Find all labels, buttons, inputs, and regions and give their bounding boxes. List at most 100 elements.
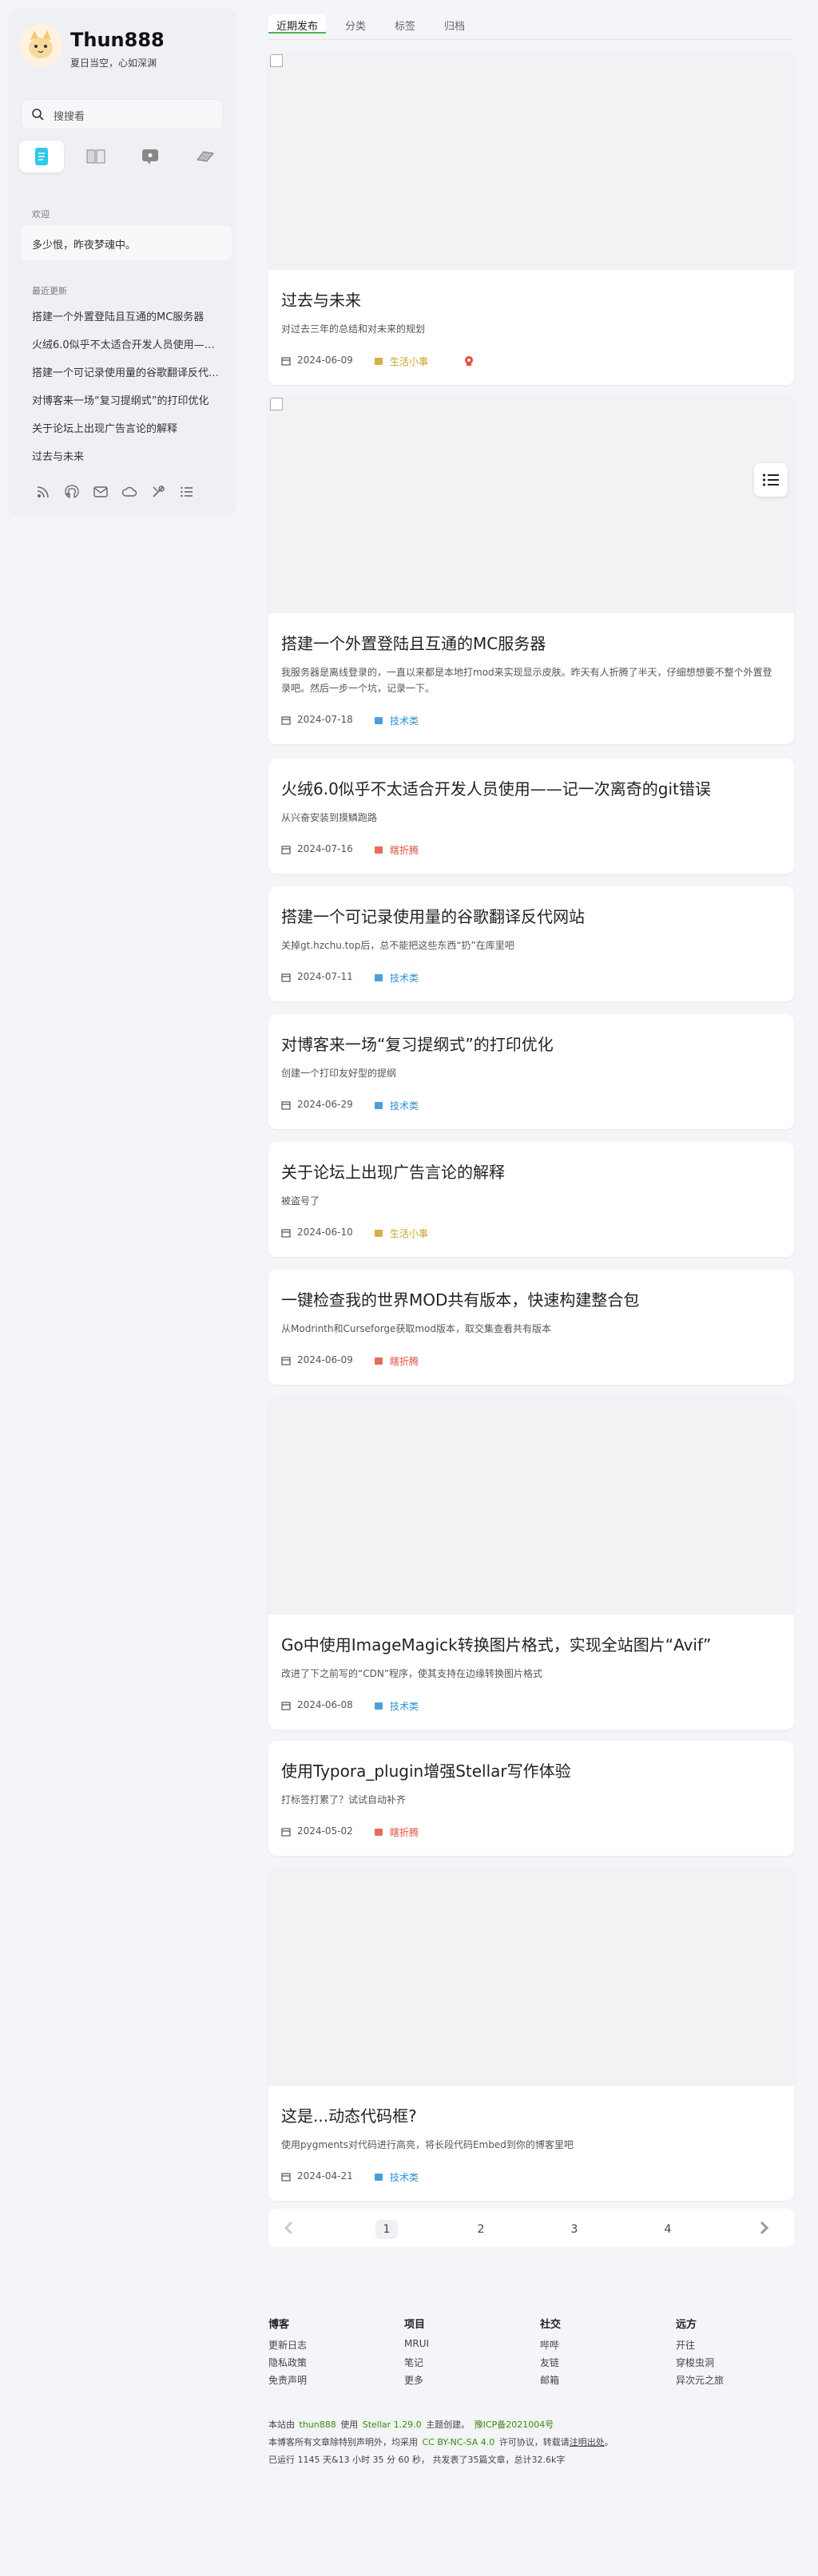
post-category[interactable]: 瞎折腾 [390,1354,419,1368]
recent-item[interactable]: 过去与未来 [32,448,220,463]
license-link[interactable]: CC BY-NC-SA 4.0 [420,2437,497,2447]
nav-posts-button[interactable] [19,141,64,172]
post-card[interactable]: 关于论坛上出现广告言论的解释 被盗号了 2024-06-10 生活小事 [268,1142,794,1257]
recent-item[interactable]: 对博客来一场“复习提纲式”的打印优化 [32,392,220,407]
tab-recent[interactable]: 近期发布 [268,14,327,34]
footer-link[interactable]: 免责声明 [268,2373,307,2387]
calendar-icon [281,357,291,366]
search-input[interactable]: 搜搜看 [21,99,224,129]
post-card[interactable]: 对博客来一场“复习提纲式”的打印优化 创建一个打印友好型的提纲 2024-06-29… [268,1014,794,1129]
footer-link[interactable]: 穿梭虫洞 [676,2356,714,2369]
footer-link[interactable]: 隐私政策 [268,2356,307,2369]
post-title[interactable]: 使用Typora_plugin增强Stellar写作体验 [281,1758,571,1781]
post-card[interactable]: 搭建一个外置登陆且互通的MC服务器 我服务器是离线登录的，一直以来都是本地打mod… [268,396,794,744]
footer-link[interactable]: 哔哔 [540,2338,559,2352]
toc-button[interactable] [754,463,788,497]
mail-icon[interactable] [93,484,109,500]
post-category[interactable]: 瞎折腾 [390,1825,419,1839]
sticker-icon [465,356,473,366]
post-title[interactable]: 搭建一个可记录使用量的谷歌翻译反代网站 [281,904,585,927]
footer-link[interactable]: 邮箱 [540,2373,559,2387]
page-number[interactable]: 1 [375,2220,398,2239]
post-cover[interactable] [268,53,794,270]
list-icon[interactable] [179,484,195,500]
post-excerpt: 从Modrinth和Curseforge获取mod版本，取交集查看共有版本 [281,1323,551,1334]
tool-icon[interactable] [150,484,166,500]
footer-link[interactable]: MRUI [404,2338,429,2349]
post-category[interactable]: 技术类 [390,1099,419,1112]
post-title[interactable]: 搭建一个外置登陆且互通的MC服务器 [281,631,546,654]
calendar-icon [281,1229,291,1238]
post-date: 2024-07-16 [297,843,353,854]
github-icon[interactable] [64,484,80,500]
recent-item[interactable]: 搭建一个可记录使用量的谷歌翻译反代网站 [32,364,220,379]
footer-text: 本博客所有文章除特别声明外，均采用 [268,2437,421,2447]
post-date: 2024-06-08 [297,1699,353,1710]
folder-icon [375,1702,383,1710]
post-title[interactable]: 过去与未来 [281,287,361,311]
recent-item[interactable]: 火绒6.0似乎不太适合开发人员使用——记一次离奇的git错误 [32,336,220,351]
post-cover[interactable] [268,1397,794,1615]
page-number[interactable]: 4 [657,2220,679,2239]
page: { "site": {"title": "Thun888", "subtitle… [0,0,818,2576]
post-date: 2024-07-11 [297,971,353,982]
folder-icon [375,1357,383,1365]
post-card[interactable]: 过去与未来 对过去三年的总结和对未来的规划 2024-06-09 生活小事 [268,53,794,385]
post-excerpt: 从兴奋安装到摸鳞跑路 [281,812,378,823]
post-category[interactable]: 技术类 [390,1699,419,1713]
next-page-icon[interactable] [754,2218,773,2237]
nav-notes-button[interactable] [128,141,173,172]
footer-link[interactable]: 更新日志 [268,2338,307,2352]
post-meta: 2024-06-09 瞎折腾 [281,1354,781,1369]
post-cover[interactable] [268,396,794,613]
post-cover[interactable] [268,1869,794,2086]
icp-link[interactable]: 豫ICP备2021004号 [472,2419,556,2430]
post-category[interactable]: 技术类 [390,971,419,985]
cat-logo-icon [19,24,62,67]
nav-tags-button[interactable] [182,141,227,172]
post-card[interactable]: 使用Typora_plugin增强Stellar写作体验 打标签打累了？试试自动补… [268,1741,794,1856]
recent-item[interactable]: 关于论坛上出现广告言论的解释 [32,420,220,435]
footer-link[interactable]: 友链 [540,2356,559,2369]
calendar-icon [281,1101,291,1110]
post-title[interactable]: 关于论坛上出现广告言论的解释 [281,1159,505,1183]
page-number[interactable]: 3 [563,2220,586,2239]
footer-link[interactable]: 更多 [404,2373,423,2387]
nav-wiki-button[interactable] [73,141,118,172]
footer-link[interactable]: 笔记 [404,2356,423,2369]
recent-item[interactable]: 搭建一个外置登陆且互通的MC服务器 [32,308,220,323]
site-title[interactable]: Thun888 [70,29,165,51]
post-card[interactable]: 这是...动态代码框? 使用pygments对代码进行高亮，将长段代码Embed到… [268,1869,794,2201]
tab-archive[interactable]: 归档 [436,14,473,34]
post-title[interactable]: 对博客来一场“复习提纲式”的打印优化 [281,1032,554,1055]
post-card[interactable]: Go中使用ImageMagick转换图片格式，实现全站图片“Avif” 改进了下之… [268,1397,794,1730]
post-title[interactable]: Go中使用ImageMagick转换图片格式，实现全站图片“Avif” [281,1632,711,1655]
rss-icon[interactable] [35,484,51,500]
tab-tags[interactable]: 标签 [387,14,423,34]
post-title[interactable]: 这是...动态代码框? [281,2103,417,2126]
post-category[interactable]: 技术类 [390,2170,419,2184]
author-link[interactable]: thun888 [297,2419,338,2430]
post-meta: 2024-07-18 技术类 [281,714,781,728]
cloud-icon[interactable] [121,484,137,500]
footer-link[interactable]: 异次元之旅 [676,2373,724,2387]
source-link[interactable]: 注明出处 [570,2437,605,2447]
post-category[interactable]: 技术类 [390,714,419,727]
tab-categories[interactable]: 分类 [337,14,374,34]
post-category[interactable]: 生活小事 [390,1227,428,1240]
post-card[interactable]: 一键检查我的世界MOD共有版本，快速构建整合包从Modrinth和Cursefo… [268,1270,794,1385]
post-title[interactable]: 一键检查我的世界MOD共有版本，快速构建整合包 [281,1287,639,1310]
page-number[interactable]: 2 [470,2220,492,2239]
footer-link[interactable]: 开往 [676,2338,695,2352]
post-card[interactable]: 搭建一个可记录使用量的谷歌翻译反代网站 关掉gt.hzchu.top后，总不能把这… [268,886,794,1001]
post-tabs: 近期发布 分类 标签 归档 [268,8,794,40]
post-category[interactable]: 生活小事 [390,355,428,368]
post-title[interactable]: 火绒6.0似乎不太适合开发人员使用——记一次离奇的git错误 [281,776,711,799]
social-links [35,484,219,501]
post-category[interactable]: 瞎折腾 [390,843,419,857]
post-date: 2024-04-21 [297,2170,353,2182]
post-card[interactable]: 火绒6.0似乎不太适合开发人员使用——记一次离奇的git错误从兴奋安装到摸鳞跑路… [268,759,794,874]
avatar[interactable] [19,24,62,67]
prev-page-icon[interactable] [280,2218,299,2237]
theme-link[interactable]: Stellar 1.29.0 [360,2419,423,2430]
